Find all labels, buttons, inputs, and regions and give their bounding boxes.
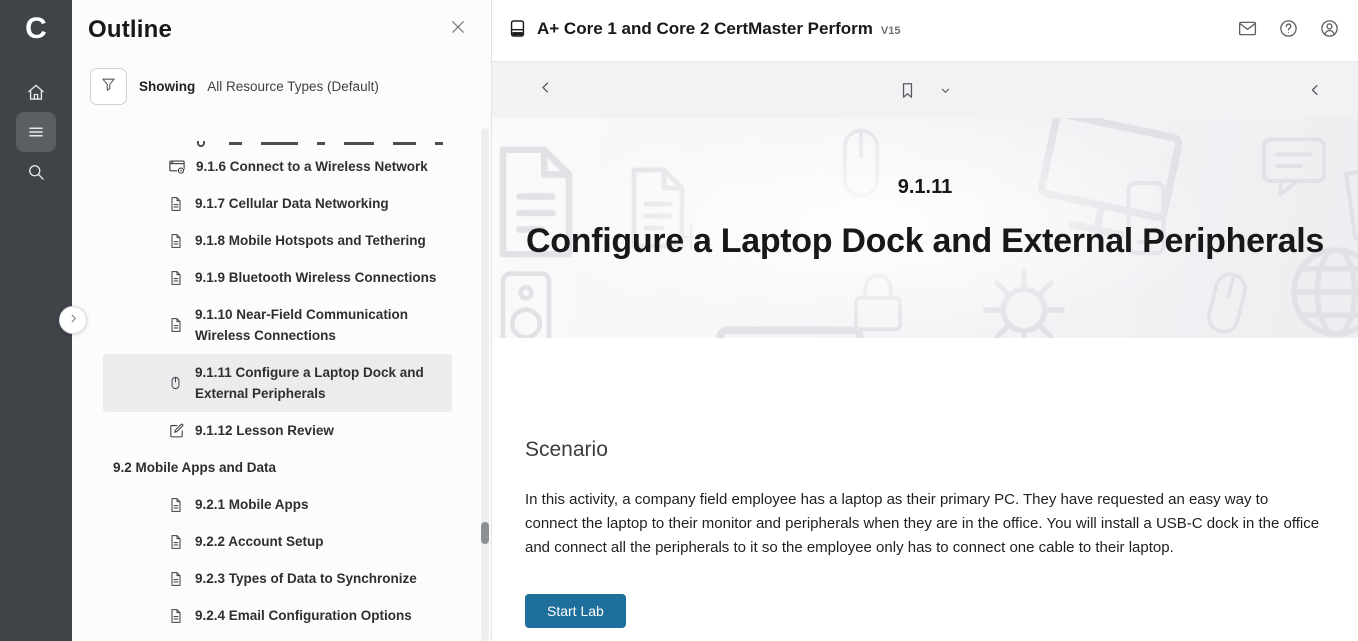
filter-value[interactable]: All Resource Types (Default) [207,79,379,94]
back-button[interactable] [538,80,553,100]
lesson-hero-banner: 9.1.11 Configure a Laptop Dock and Exter… [492,118,1358,338]
outline-item[interactable]: 9.1.12 Lesson Review [103,412,452,449]
filter-icon [100,76,117,98]
filter-button[interactable] [90,68,127,105]
chevron-right-icon [68,311,79,329]
lesson-toolbar [492,62,1358,118]
outline-item-label: 9.2.2 Account Setup [195,531,324,552]
chevron-left-icon [538,80,553,100]
outline-item[interactable]: 9.1.6 Connect to a Wireless Network [103,148,452,185]
outline-item[interactable]: 9.1.8 Mobile Hotspots and Tethering [103,222,452,259]
app-window: C Outline [0,0,1358,641]
mouse-icon [168,374,185,392]
outline-item-label: 9.1.6 Connect to a Wireless Network [196,156,428,177]
outline-item[interactable]: 9.2.3 Types of Data to Synchronize [103,560,452,597]
edit-icon [168,422,185,439]
comptia-logo: C [0,0,72,58]
outline-item-label: 9.2 Mobile Apps and Data [113,457,276,478]
outline-item[interactable]: 9.2.1 Mobile Apps [103,486,452,523]
outline-item-label: 9.1.12 Lesson Review [195,420,334,441]
course-header: A+ Core 1 and Core 2 CertMaster Perform … [492,0,1358,62]
mail-icon[interactable] [1237,18,1258,39]
outline-list: 9.1.6 Connect to a Wireless Network 9.1.7… [72,125,465,641]
outline-item[interactable]: 9.2.4 Email Configuration Options [103,597,452,634]
doc-icon [168,269,185,287]
forward-button[interactable] [1305,80,1320,100]
doc-icon [168,496,185,514]
start-lab-button[interactable]: Start Lab [525,594,626,628]
scenario-text: In this activity, a company field employ… [525,488,1323,560]
outline-item-label: 9.1.9 Bluetooth Wireless Connections [195,267,436,288]
outline-item-label: 9.2.3 Types of Data to Synchronize [195,568,417,589]
outline-item[interactable]: 9.2.2 Account Setup [103,523,452,560]
outline-scrollbar-thumb[interactable] [481,522,489,544]
outline-item-label: 9.1.10 Near-Field Communication Wireless… [195,304,442,346]
outline-item-label: 9.2.1 Mobile Apps [195,494,309,515]
scenario-heading: Scenario [525,438,1358,462]
home-icon [16,72,56,112]
course-title: A+ Core 1 and Core 2 CertMaster Perform [537,19,873,39]
doc-icon [168,570,185,588]
outline-item-partial [103,133,452,148]
sidebar-item-outline[interactable] [0,112,72,152]
outline-title: Outline [88,16,172,44]
doc-icon [168,232,185,250]
outline-item-label: 9.2.4 Email Configuration Options [195,605,412,626]
outline-item-label: 9.1.7 Cellular Data Networking [195,193,389,214]
outline-panel: Outline Showing All Resource Types (Defa… [72,0,492,641]
sidebar-item-home[interactable] [0,72,72,112]
panel-collapse-button[interactable] [59,306,87,334]
outline-item[interactable]: 9.1.9 Bluetooth Wireless Connections [103,259,452,296]
help-icon[interactable] [1278,18,1299,39]
doc-icon [168,533,185,551]
search-icon [16,152,56,192]
chevron-right-icon [1305,80,1320,100]
outline-section[interactable]: 9.2 Mobile Apps and Data [103,449,452,486]
filter-showing-label: Showing [139,79,195,94]
outline-item-label: 9.1.11 Configure a Laptop Dock and Exter… [195,362,442,404]
close-icon[interactable] [449,18,467,41]
lesson-content: Scenario In this activity, a company fie… [492,338,1358,628]
bookmark-icon[interactable] [898,80,917,101]
doc-icon [168,195,185,213]
account-icon[interactable] [1319,18,1340,39]
outline-item[interactable]: 9.1.7 Cellular Data Networking [103,185,452,222]
rail-nav [0,72,72,192]
doc-icon [168,316,185,334]
lab-icon [168,158,186,176]
course-version: V15 [881,25,901,37]
outline-item[interactable]: 9.1.11 Configure a Laptop Dock and Exter… [103,354,452,412]
menu-icon [16,112,56,152]
chevron-down-icon[interactable] [939,84,952,97]
outline-item[interactable]: 9.1.10 Near-Field Communication Wireless… [103,296,452,354]
outline-item-label: 9.1.8 Mobile Hotspots and Tethering [195,230,426,251]
book-icon [508,19,527,38]
outline-scrollbar[interactable] [481,128,489,641]
sidebar-item-search[interactable] [0,152,72,192]
main-area: A+ Core 1 and Core 2 CertMaster Perform … [492,0,1358,641]
lesson-number: 9.1.11 [492,176,1358,199]
doc-icon [168,607,185,625]
lesson-title: Configure a Laptop Dock and External Per… [492,222,1358,261]
